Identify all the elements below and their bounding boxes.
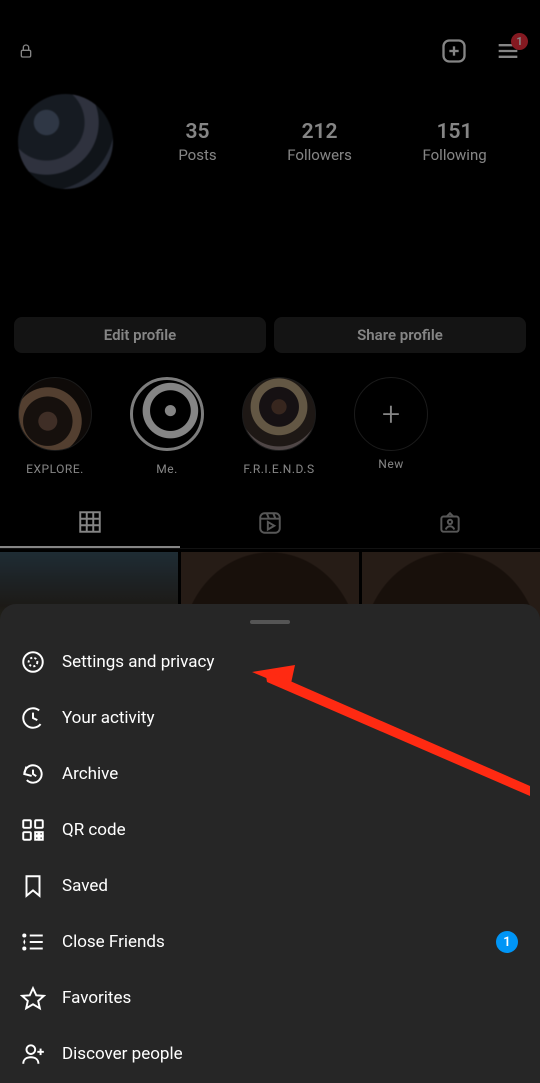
bio-area xyxy=(0,197,540,317)
close-friends-badge: 1 xyxy=(496,931,518,953)
menu-list: Settings and privacy Your activity Archi… xyxy=(0,634,540,1082)
menu-badge: 1 xyxy=(511,33,528,50)
share-profile-button[interactable]: Share profile xyxy=(274,317,526,353)
profile-header: 35 Posts 212 Followers 151 Following xyxy=(0,80,540,197)
stat-count: 212 xyxy=(287,120,352,144)
content-tabs xyxy=(0,498,540,549)
menu-label: Discover people xyxy=(62,1044,183,1064)
menu-item-saved[interactable]: Saved xyxy=(0,858,540,914)
menu-label: QR code xyxy=(62,820,126,840)
menu-label: Archive xyxy=(62,764,118,784)
qr-icon xyxy=(20,817,46,843)
tab-tagged[interactable] xyxy=(360,498,540,548)
highlight-label: EXPLORE. xyxy=(26,462,84,476)
saved-icon xyxy=(20,873,46,899)
stat-count: 151 xyxy=(422,120,486,144)
stat-label: Posts xyxy=(178,146,216,164)
menu-label: Your activity xyxy=(62,708,155,728)
highlight-label: F.R.I.E.N.D.S xyxy=(243,462,314,476)
sheet-handle[interactable] xyxy=(250,620,290,624)
highlight-item[interactable]: Me. xyxy=(122,377,212,476)
top-bar-actions: 1 xyxy=(440,37,522,65)
menu-label: Favorites xyxy=(62,988,131,1008)
stat-count: 35 xyxy=(178,120,216,144)
settings-icon xyxy=(20,649,46,675)
menu-bottom-sheet[interactable]: Settings and privacy Your activity Archi… xyxy=(0,604,540,1083)
highlight-label: Me. xyxy=(156,462,178,476)
tab-grid[interactable] xyxy=(0,498,180,548)
discover-people-icon xyxy=(20,1041,46,1067)
menu-icon[interactable]: 1 xyxy=(494,37,522,65)
highlight-label: New xyxy=(378,457,403,471)
close-friends-icon xyxy=(20,929,46,955)
stat-label: Following xyxy=(422,146,486,164)
stat-label: Followers xyxy=(287,146,352,164)
stats-row: 35 Posts 212 Followers 151 Following xyxy=(143,120,522,164)
menu-label: Saved xyxy=(62,876,108,896)
menu-item-close-friends[interactable]: Close Friends 1 xyxy=(0,914,540,970)
tab-reels[interactable] xyxy=(180,498,360,548)
highlight-item[interactable]: F.R.I.E.N.D.S xyxy=(234,377,324,476)
menu-item-qr[interactable]: QR code xyxy=(0,802,540,858)
menu-item-favorites[interactable]: Favorites xyxy=(0,970,540,1026)
highlight-cover xyxy=(242,377,316,451)
plus-icon: + xyxy=(354,377,428,451)
stat-following[interactable]: 151 Following xyxy=(422,120,486,164)
activity-icon xyxy=(20,705,46,731)
reels-icon xyxy=(257,510,283,536)
highlight-cover xyxy=(130,377,204,451)
tagged-icon xyxy=(437,510,463,536)
menu-label: Settings and privacy xyxy=(62,652,214,672)
stat-posts[interactable]: 35 Posts xyxy=(178,120,216,164)
menu-item-discover[interactable]: Discover people xyxy=(0,1026,540,1082)
profile-buttons: Edit profile Share profile xyxy=(0,317,540,353)
highlight-cover xyxy=(18,377,92,451)
lock-icon xyxy=(18,41,34,61)
grid-icon xyxy=(77,509,103,535)
menu-item-archive[interactable]: Archive xyxy=(0,746,540,802)
star-icon xyxy=(20,985,46,1011)
highlight-item[interactable]: EXPLORE. xyxy=(10,377,100,476)
highlights-row: EXPLORE. Me. F.R.I.E.N.D.S + New xyxy=(0,353,540,486)
highlight-new[interactable]: + New xyxy=(346,377,436,476)
edit-profile-button[interactable]: Edit profile xyxy=(14,317,266,353)
stat-followers[interactable]: 212 Followers xyxy=(287,120,352,164)
menu-item-settings[interactable]: Settings and privacy xyxy=(0,634,540,690)
menu-label: Close Friends xyxy=(62,932,165,952)
avatar[interactable] xyxy=(18,94,113,189)
top-bar: 1 xyxy=(0,0,540,80)
create-icon[interactable] xyxy=(440,37,468,65)
menu-item-activity[interactable]: Your activity xyxy=(0,690,540,746)
archive-icon xyxy=(20,761,46,787)
